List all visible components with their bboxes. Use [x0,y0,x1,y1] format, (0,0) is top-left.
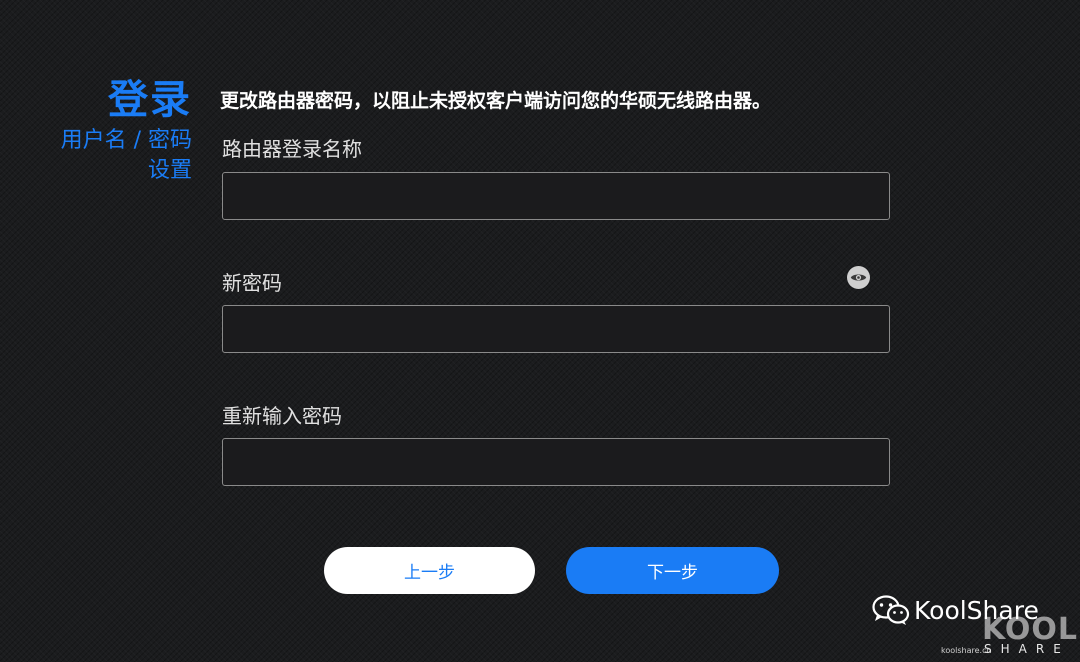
new-password-input[interactable] [222,305,890,353]
confirm-password-input[interactable] [222,438,890,486]
username-label: 路由器登录名称 [222,137,362,161]
wechat-icon [872,595,910,625]
koolshare-logo: KOOL SHARE [982,612,1077,658]
left-title-block: 登录 用户名 / 密码设置 [42,74,192,186]
username-input[interactable] [222,172,890,220]
logo-text-share: SHARE [984,642,1070,656]
confirm-password-label: 重新输入密码 [222,404,342,428]
page-title: 登录 [108,77,192,123]
page-subtitle: 用户名 / 密码设置 [60,128,192,183]
prev-step-button[interactable]: 上一步 [324,547,535,594]
next-step-button[interactable]: 下一步 [566,547,779,594]
eye-icon-glyph [850,274,867,281]
eye-icon[interactable] [847,266,870,289]
page-description: 更改路由器密码，以阻止未授权客户端访问您的华硕无线路由器。 [220,90,772,112]
new-password-label: 新密码 [222,271,282,295]
